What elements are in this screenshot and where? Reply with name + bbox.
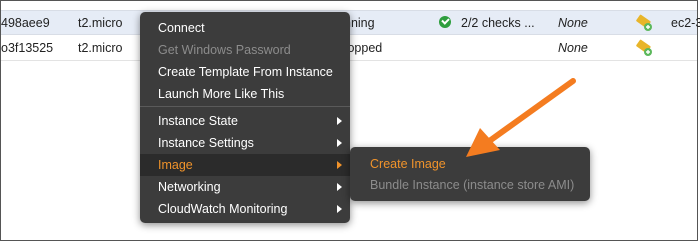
menu-item-label: Create Template From Instance	[158, 65, 333, 79]
instance-id: 498aee9	[1, 16, 50, 30]
submenu-item-label: Bundle Instance (instance store AMI)	[370, 178, 575, 192]
instance-type: t2.micro	[78, 16, 123, 30]
menu-item-create-template[interactable]: Create Template From Instance	[140, 61, 350, 83]
menu-item-label: Connect	[158, 21, 205, 35]
chevron-right-icon	[337, 139, 342, 147]
monitoring-icon[interactable]	[635, 39, 653, 57]
instance-type: t2.micro	[78, 41, 123, 55]
menu-item-label: Get Windows Password	[158, 43, 291, 57]
instance-id: o3f13525	[1, 41, 54, 55]
menu-divider	[140, 106, 350, 107]
menu-item-instance-state[interactable]: Instance State	[140, 110, 350, 132]
menu-item-label: Instance Settings	[158, 136, 254, 150]
menu-item-get-windows-password: Get Windows Password	[140, 39, 350, 61]
menu-item-image[interactable]: Image	[140, 154, 350, 176]
menu-item-connect[interactable]: Connect	[140, 17, 350, 39]
menu-item-label: Instance State	[158, 114, 238, 128]
submenu-item-bundle-instance: Bundle Instance (instance store AMI)	[350, 174, 590, 196]
alarm-status: None	[558, 16, 588, 30]
menu-item-launch-more[interactable]: Launch More Like This	[140, 83, 350, 105]
menu-item-label: CloudWatch Monitoring	[158, 202, 288, 216]
chevron-right-icon	[337, 205, 342, 213]
menu-item-label: Networking	[158, 180, 221, 194]
menu-item-label: Image	[158, 158, 193, 172]
chevron-right-icon	[337, 117, 342, 125]
chevron-right-icon	[337, 183, 342, 191]
alarm-status: None	[558, 41, 588, 55]
context-menu: Connect Get Windows Password Create Temp…	[140, 12, 350, 223]
monitoring-icon[interactable]	[635, 14, 653, 32]
public-dns: ec2-3	[671, 16, 700, 30]
status-checks: 2/2 checks ...	[461, 16, 535, 30]
menu-item-cloudwatch-monitoring[interactable]: CloudWatch Monitoring	[140, 198, 350, 220]
menu-item-instance-settings[interactable]: Instance Settings	[140, 132, 350, 154]
chevron-right-icon	[337, 161, 342, 169]
submenu-item-create-image[interactable]: Create Image	[350, 153, 590, 175]
check-circle-icon	[439, 16, 451, 28]
menu-item-networking[interactable]: Networking	[140, 176, 350, 198]
submenu-item-label: Create Image	[370, 157, 446, 171]
menu-item-label: Launch More Like This	[158, 87, 285, 101]
image-submenu: Create Image Bundle Instance (instance s…	[350, 147, 590, 201]
